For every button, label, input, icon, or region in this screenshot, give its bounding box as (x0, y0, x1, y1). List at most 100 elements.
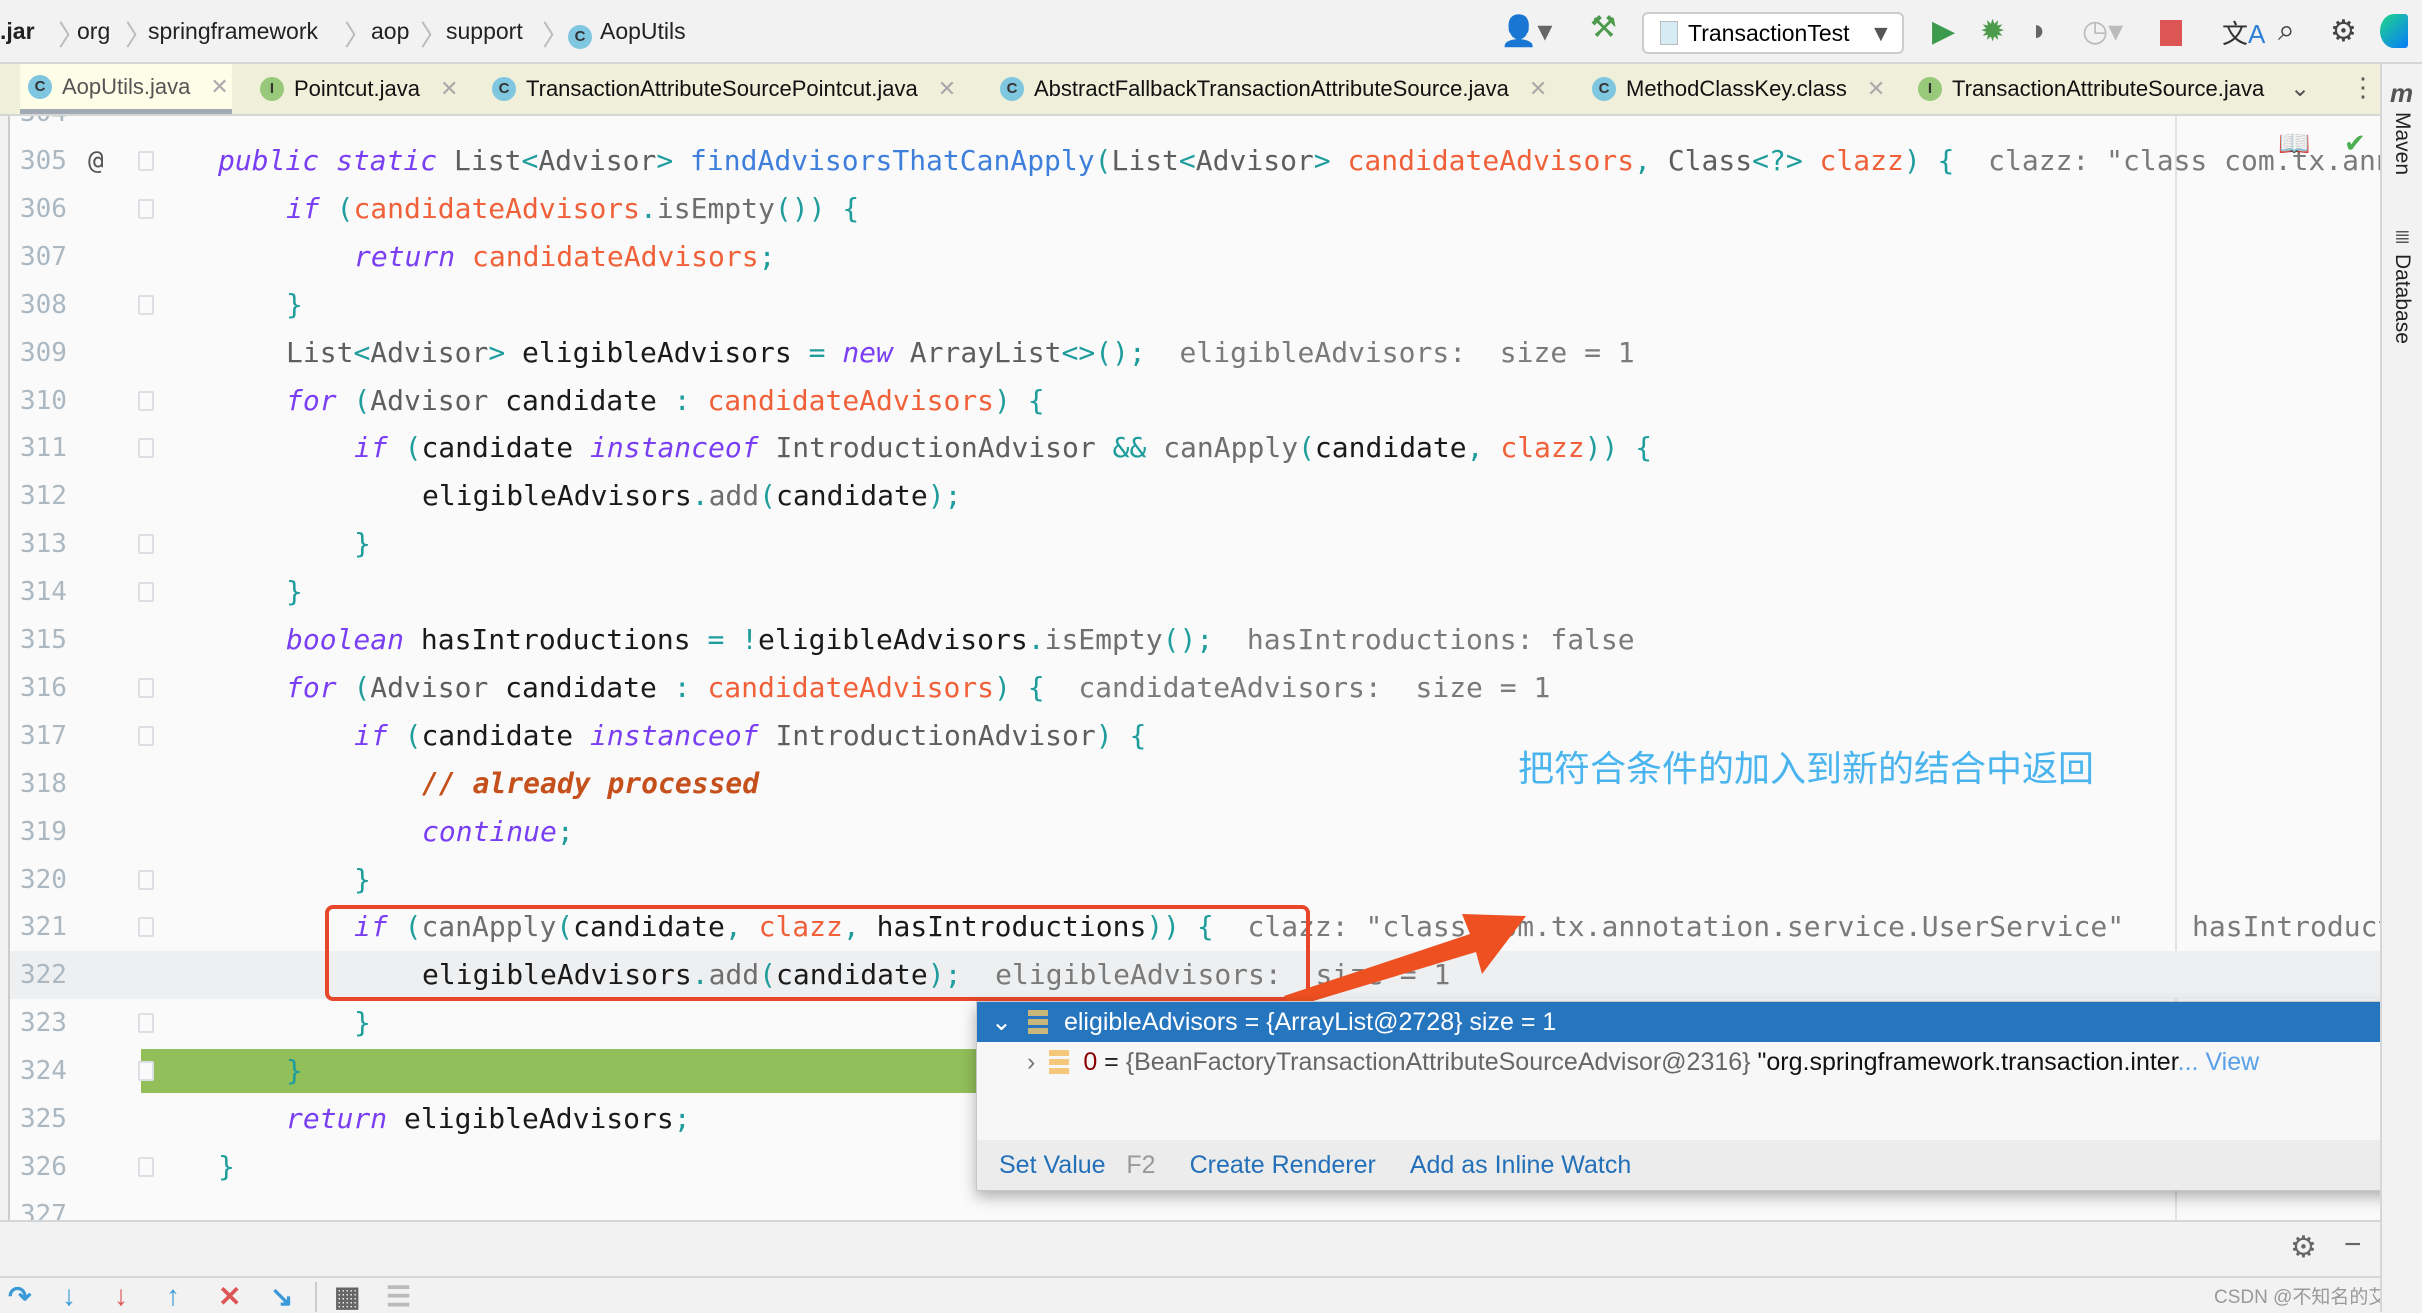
gear-icon[interactable]: ⚙ (2330, 14, 2357, 49)
minimize-icon[interactable]: − (2344, 1228, 2362, 1262)
fold-marker-icon[interactable] (138, 725, 154, 746)
tool-window-maven[interactable]: Maven (2390, 112, 2414, 175)
hammer-build-icon[interactable]: ⚒ (1590, 10, 1617, 45)
step-over-icon[interactable]: ↷ (8, 1280, 31, 1313)
code-line[interactable]: 313} (10, 520, 2380, 568)
force-step-into-icon[interactable]: ↓ (114, 1280, 128, 1312)
line-number[interactable]: 326 (20, 1143, 67, 1191)
drop-frame-icon[interactable]: ✕ (218, 1280, 241, 1313)
tab-abstractfallback-java[interactable]: C AbstractFallbackTransactionAttributeSou… (992, 64, 1547, 114)
gear-icon[interactable]: ⚙ (2290, 1230, 2317, 1265)
fold-marker-icon[interactable] (138, 582, 154, 603)
search-icon[interactable]: ⌕ (2278, 14, 2295, 48)
line-number[interactable]: 309 (20, 329, 67, 377)
run-to-cursor-icon[interactable]: ↘ (270, 1280, 293, 1313)
debug-icon[interactable]: ✹ (1980, 14, 2005, 49)
line-number[interactable]: 325 (20, 1095, 67, 1143)
run-configuration-select[interactable]: TransactionTest ▼ (1642, 12, 1904, 54)
breadcrumb-aoputils[interactable]: AopUtils (600, 18, 686, 45)
code-line[interactable]: 305 @ public static List<Advisor> findAdvi… (10, 137, 2380, 185)
code-line[interactable]: 306 if (candidateAdvisors.isEmpty()) { (10, 185, 2380, 233)
code-line[interactable]: 315 boolean hasIntroductions = !eligibleA… (10, 616, 2380, 664)
line-number[interactable]: 322 (20, 951, 67, 999)
close-icon[interactable]: ✕ (1529, 76, 1547, 102)
code-line[interactable]: 307 return candidateAdvisors; (10, 233, 2380, 281)
code-line[interactable]: 312 eligibleAdvisors.add(candidate); (10, 472, 2380, 520)
close-icon[interactable]: ✕ (1867, 76, 1885, 102)
line-number[interactable]: 320 (20, 856, 67, 904)
more-options-icon[interactable]: ⋮ (2350, 72, 2376, 103)
line-number[interactable]: 310 (20, 377, 67, 425)
breadcrumb-org[interactable]: org (77, 18, 110, 45)
set-value-button[interactable]: Set Value (999, 1151, 1106, 1179)
line-number[interactable]: 305 (20, 137, 67, 185)
fold-marker-icon[interactable] (138, 151, 154, 171)
breadcrumb-springframework[interactable]: springframework (148, 18, 318, 45)
trace-icon[interactable]: ☰ (386, 1280, 411, 1313)
line-number[interactable]: 324 (20, 1047, 67, 1095)
tab-aoputils-java[interactable]: C AopUtils.java ✕ (20, 64, 232, 114)
line-number[interactable]: 317 (20, 712, 67, 760)
tab-transactionattributesource-java[interactable]: I TransactionAttributeSource.java (1910, 64, 2270, 114)
line-number[interactable]: 307 (20, 233, 67, 281)
line-number[interactable]: 319 (20, 808, 67, 856)
fold-marker-icon[interactable] (138, 1013, 154, 1034)
code-line[interactable]: 308} (10, 281, 2380, 329)
reader-mode-icon[interactable]: 📖 (2278, 128, 2310, 159)
fold-marker-icon[interactable] (138, 198, 154, 219)
translate-icon[interactable]: 文A (2222, 14, 2265, 51)
override-marker-icon[interactable]: @ (88, 137, 104, 185)
line-number[interactable]: 327 (20, 1191, 67, 1220)
line-number[interactable]: 316 (20, 664, 67, 712)
code-line[interactable]: 319 continue; (10, 808, 2380, 856)
line-number[interactable]: 311 (20, 424, 67, 472)
code-line[interactable]: 316 for (Advisor candidate : candidateAdv… (10, 664, 2380, 712)
code-line[interactable]: 320} (10, 856, 2380, 904)
breadcrumb-jar[interactable]: .jar (0, 18, 35, 45)
line-number[interactable]: 314 (20, 568, 67, 616)
fold-marker-icon[interactable] (138, 869, 154, 890)
line-number[interactable]: 306 (20, 185, 67, 233)
popup-header-row[interactable]: ⌄ eligibleAdvisors = {ArrayList@2728} si… (977, 1002, 2415, 1042)
view-link[interactable]: ... View (2178, 1048, 2260, 1076)
fold-marker-icon[interactable] (138, 917, 154, 938)
fold-marker-icon[interactable] (138, 294, 154, 315)
collapse-chevron-icon[interactable]: › (1027, 1048, 1035, 1077)
code-line[interactable]: 327 (10, 1191, 2380, 1220)
line-number[interactable]: 323 (20, 999, 67, 1047)
code-line[interactable]: 310 for (Advisor candidate : candidateAdv… (10, 377, 2380, 425)
stop-icon[interactable] (2160, 20, 2182, 46)
add-inline-watch-button[interactable]: Add as Inline Watch (1410, 1151, 1631, 1180)
code-line[interactable]: 309 List<Advisor> eligibleAdvisors = new … (10, 329, 2380, 377)
fold-marker-icon[interactable] (138, 534, 154, 555)
breadcrumb-aop[interactable]: aop (371, 18, 409, 45)
evaluate-expression-icon[interactable]: ▦ (334, 1280, 360, 1313)
code-line[interactable]: 314} (10, 568, 2380, 616)
step-into-icon[interactable]: ↓ (62, 1280, 76, 1312)
code-line[interactable]: 311 if (candidate instanceof Introduction… (10, 424, 2380, 472)
run-icon[interactable]: ▶ (1932, 14, 1955, 49)
expand-chevron-icon[interactable]: ⌄ (991, 1007, 1012, 1037)
close-icon[interactable]: ✕ (938, 76, 956, 102)
create-renderer-button[interactable]: Create Renderer (1190, 1151, 1376, 1180)
line-number[interactable]: 308 (20, 281, 67, 329)
inspection-ok-icon[interactable]: ✔ (2344, 128, 2366, 159)
breadcrumb-support[interactable]: support (446, 18, 523, 45)
tab-methodclasskey-class[interactable]: C MethodClassKey.class ✕ (1584, 64, 1885, 114)
user-icon[interactable]: 👤▾ (1500, 14, 1552, 49)
line-number[interactable]: 321 (20, 903, 67, 951)
coverage-icon[interactable]: ◗ (2030, 14, 2048, 48)
step-out-icon[interactable]: ↑ (166, 1280, 180, 1312)
tab-pointcut-java[interactable]: I Pointcut.java ✕ (252, 64, 458, 114)
line-number[interactable]: 313 (20, 520, 67, 568)
line-number[interactable]: 315 (20, 616, 67, 664)
fold-marker-icon[interactable] (138, 1156, 154, 1177)
close-icon[interactable]: ✕ (210, 74, 228, 100)
fold-marker-icon[interactable] (138, 677, 154, 698)
fold-marker-icon[interactable] (138, 390, 154, 411)
tool-window-database[interactable]: Database (2390, 254, 2414, 344)
fold-marker-icon[interactable] (138, 438, 154, 459)
line-number[interactable]: 312 (20, 472, 67, 520)
tab-list-chevron-icon[interactable]: ⌄ (2290, 74, 2310, 103)
tab-transactionattributesourcepointcut-java[interactable]: C TransactionAttributeSourcePointcut.java… (484, 64, 956, 114)
